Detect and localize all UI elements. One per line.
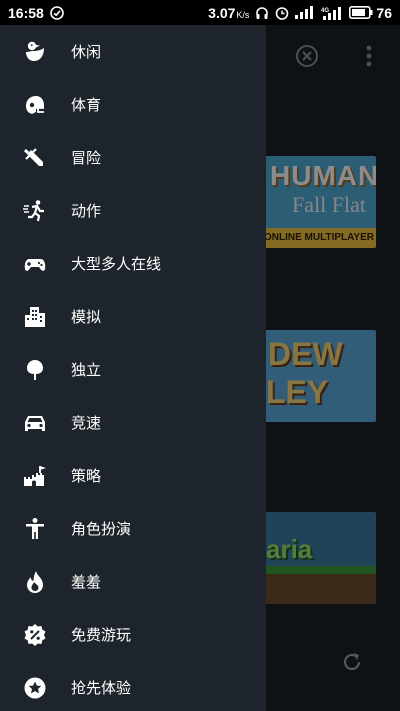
drawer-item-sports[interactable]: 体育 xyxy=(0,78,266,131)
drawer-item-label: 策略 xyxy=(71,467,102,485)
drawer-item-adventure[interactable]: 冒险 xyxy=(0,131,266,184)
football-helmet-icon xyxy=(23,93,47,117)
drawer-item-rpg[interactable]: 角色扮演 xyxy=(0,502,266,555)
drawer-item-label: 角色扮演 xyxy=(71,520,132,538)
drawer-item-strategy[interactable]: 策略 xyxy=(0,449,266,502)
drawer-item-action[interactable]: 动作 xyxy=(0,184,266,237)
tree-icon xyxy=(23,358,47,382)
drawer-item-early-access[interactable]: 抢先体验 xyxy=(0,661,266,711)
alarm-clock-icon xyxy=(275,6,289,20)
drawer-item-adult[interactable]: 羞羞 xyxy=(0,555,266,608)
drawer-item-free-to-play[interactable]: 免费游玩 xyxy=(0,608,266,661)
sword-icon xyxy=(23,146,47,170)
drawer-item-label: 冒险 xyxy=(71,149,102,167)
drawer-item-label: 体育 xyxy=(71,96,102,114)
signal-bars-icon xyxy=(295,6,315,19)
drawer-item-casual[interactable]: 休闲 xyxy=(0,25,266,78)
running-person-icon xyxy=(23,199,47,223)
drawer-item-label: 模拟 xyxy=(71,308,102,326)
drawer-item-label: 动作 xyxy=(71,202,102,220)
drawer-item-label: 休闲 xyxy=(71,43,102,61)
battery-level: 76 xyxy=(376,4,392,21)
discount-badge-icon xyxy=(23,623,47,647)
star-badge-icon xyxy=(23,676,47,700)
network-speed-value: 3.07 xyxy=(208,4,236,21)
battery-icon xyxy=(349,6,373,19)
person-standing-icon xyxy=(23,517,47,541)
status-bar: 16:58 3.07K/s 4G 76 xyxy=(0,0,400,25)
category-drawer: 休闲 体育 冒险 动作 大型多人在线 模拟 独立 竞速 策略 角色扮演 羞羞 免… xyxy=(0,25,266,711)
drawer-item-label: 大型多人在线 xyxy=(71,255,162,273)
status-bar-right: 3.07K/s 4G 76 xyxy=(208,5,392,21)
car-icon xyxy=(23,411,47,435)
check-circle-icon xyxy=(50,5,64,20)
drawer-item-label: 羞羞 xyxy=(71,573,102,591)
drawer-item-label: 免费游玩 xyxy=(71,626,132,644)
castle-flag-icon xyxy=(23,464,47,488)
drawer-item-label: 独立 xyxy=(71,361,102,379)
gamepad-icon xyxy=(23,252,47,276)
network-speed-unit: K/s xyxy=(236,9,250,20)
drawer-item-indie[interactable]: 独立 xyxy=(0,343,266,396)
drawer-item-label: 抢先体验 xyxy=(71,679,132,697)
drawer-item-mmo[interactable]: 大型多人在线 xyxy=(0,237,266,290)
status-time: 16:58 xyxy=(8,4,44,21)
city-buildings-icon xyxy=(23,305,47,329)
drawer-item-simulation[interactable]: 模拟 xyxy=(0,290,266,343)
duck-icon xyxy=(23,40,47,64)
flame-icon xyxy=(23,570,47,594)
battery-indicator: 76 xyxy=(349,5,392,21)
drawer-item-label: 竞速 xyxy=(71,414,102,432)
status-bar-left: 16:58 xyxy=(8,5,64,21)
drawer-item-racing[interactable]: 竞速 xyxy=(0,396,266,449)
4g-signal-icon: 4G xyxy=(321,6,343,20)
app-screen: 16:58 3.07K/s 4G 76 HUMAN Fall Flat ONLI… xyxy=(0,0,400,711)
headphones-icon xyxy=(255,6,269,20)
network-speed: 3.07K/s xyxy=(208,5,249,21)
